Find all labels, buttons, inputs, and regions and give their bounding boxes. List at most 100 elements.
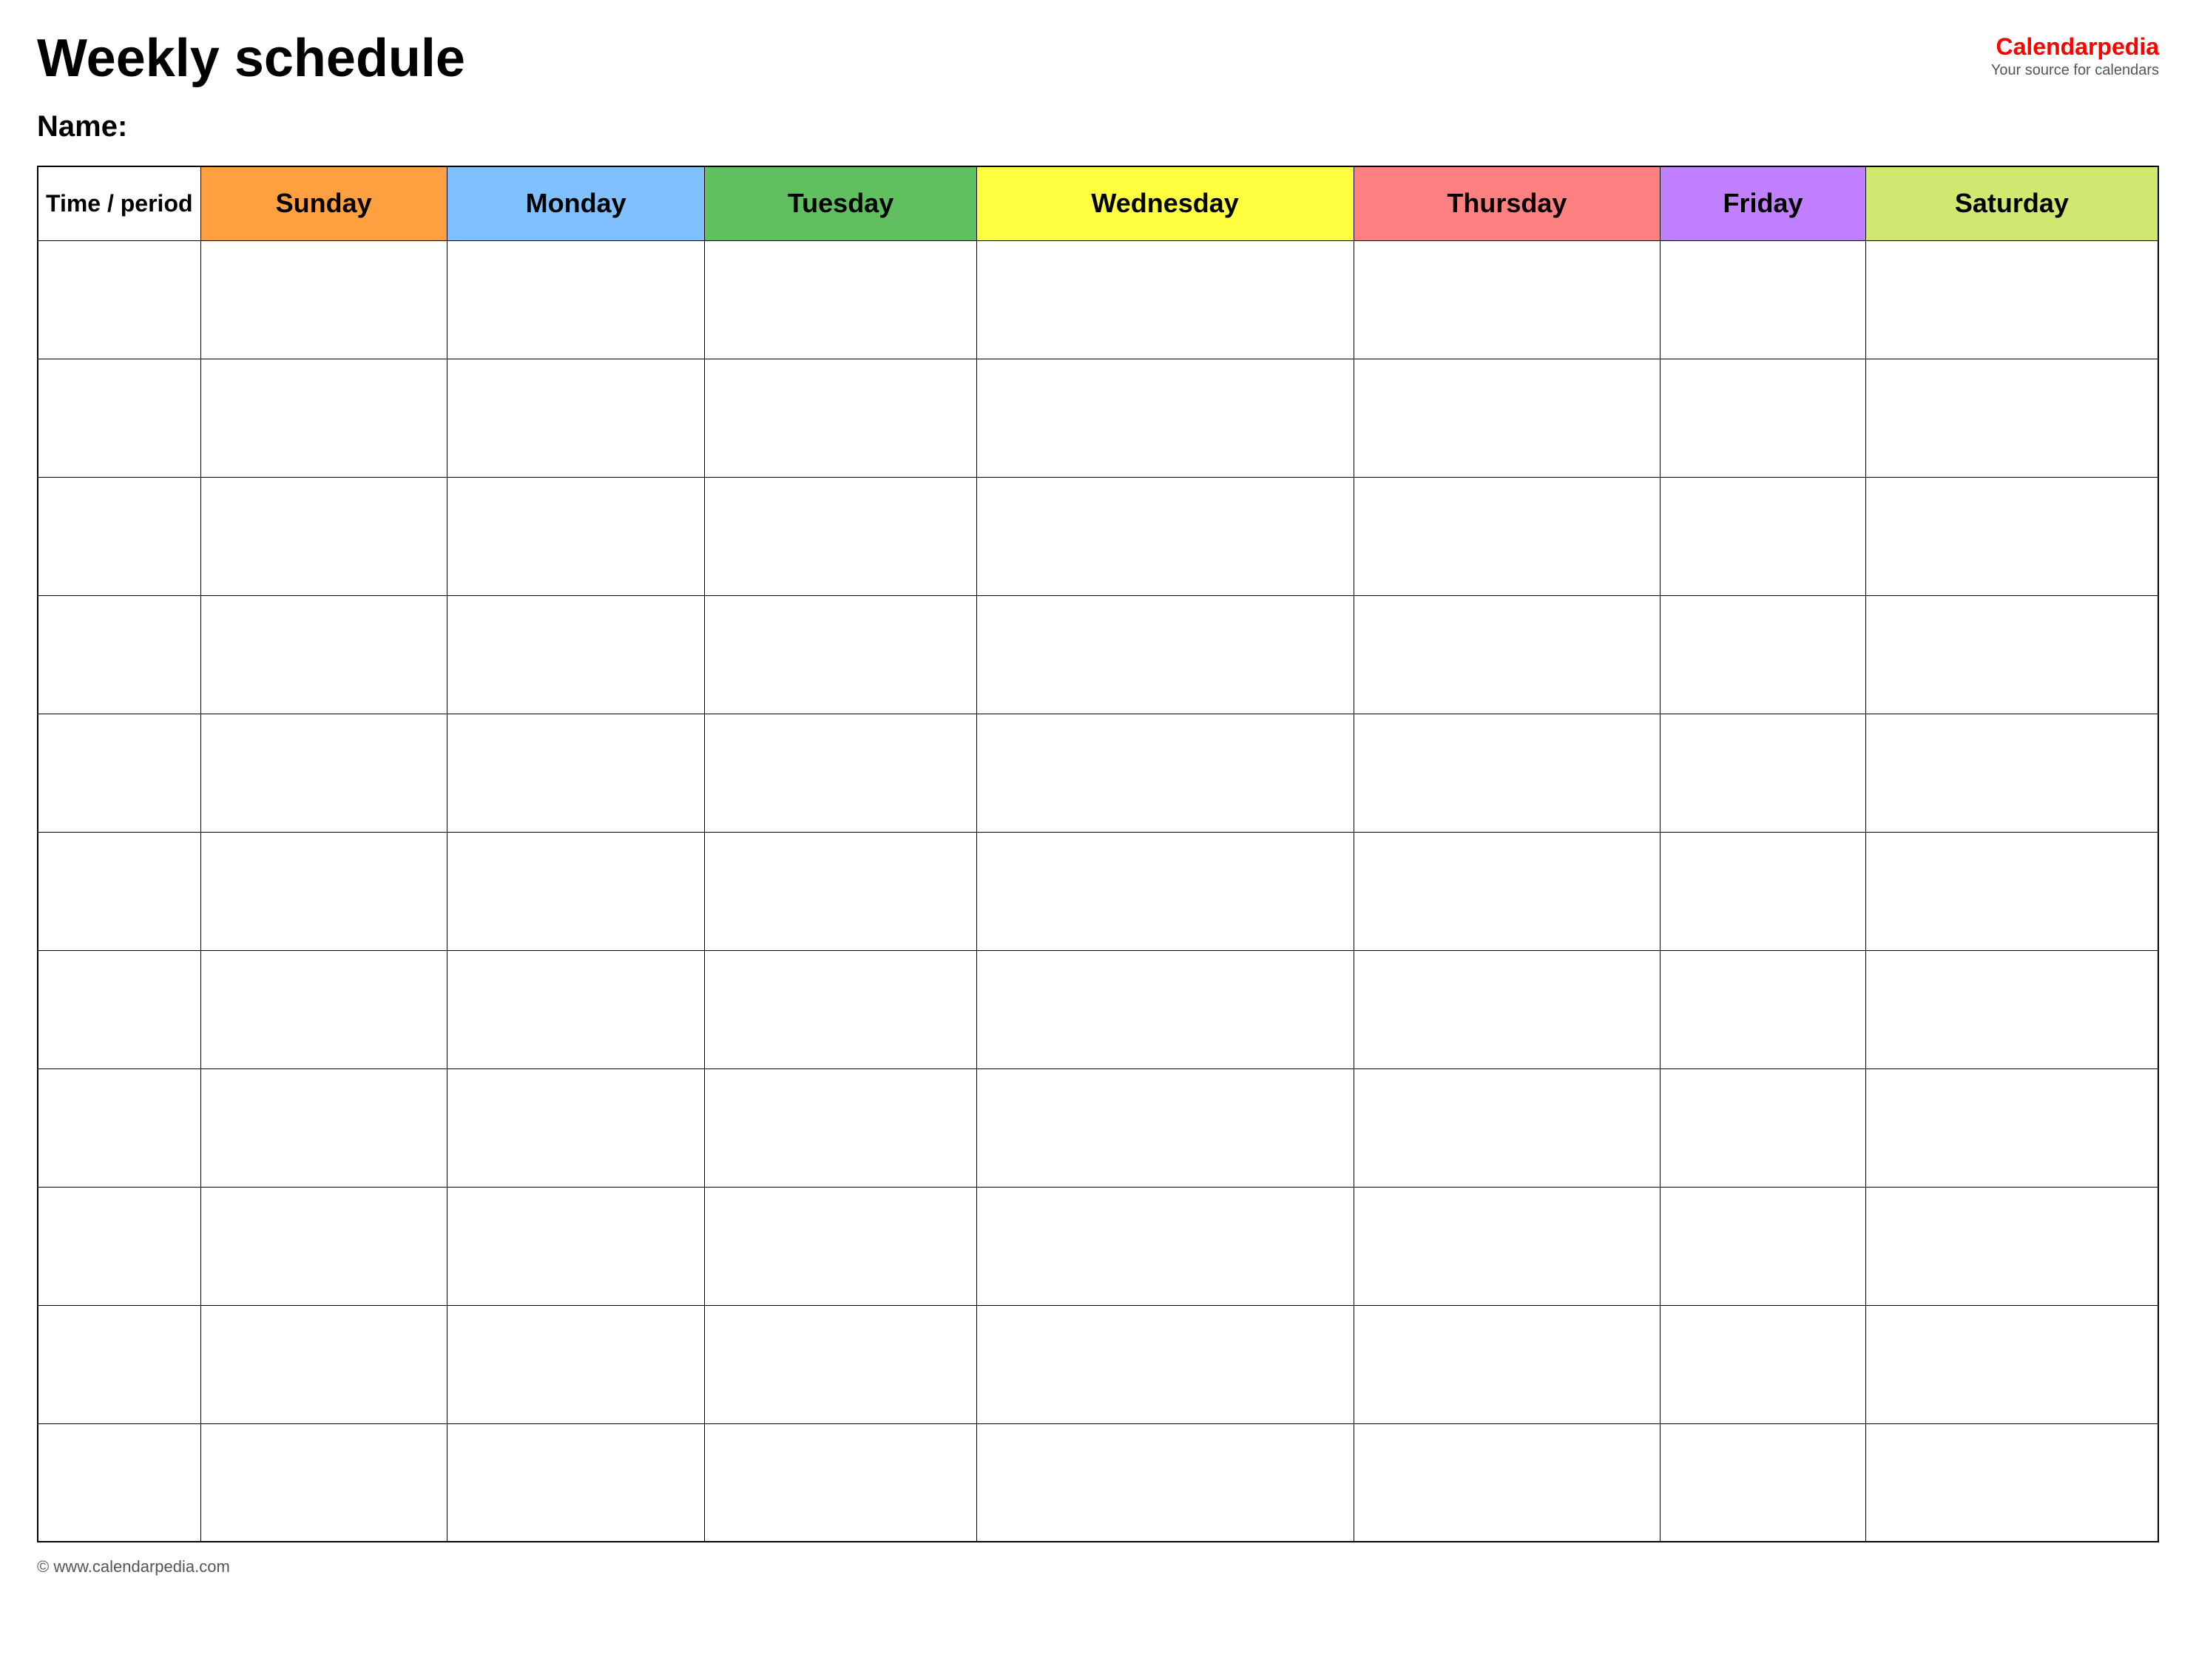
table-cell[interactable] — [976, 1187, 1354, 1305]
table-cell[interactable] — [705, 714, 976, 832]
table-cell[interactable] — [1865, 1305, 2158, 1423]
table-cell[interactable] — [38, 950, 200, 1068]
table-cell[interactable] — [447, 240, 705, 359]
table-cell[interactable] — [447, 714, 705, 832]
table-cell[interactable] — [976, 1305, 1354, 1423]
table-cell[interactable] — [1660, 595, 1865, 714]
col-header-thursday: Thursday — [1354, 166, 1660, 240]
table-cell[interactable] — [200, 477, 447, 595]
table-cell[interactable] — [447, 1423, 705, 1542]
table-cell[interactable] — [1354, 832, 1660, 950]
table-cell[interactable] — [1354, 950, 1660, 1068]
table-cell[interactable] — [447, 1187, 705, 1305]
table-row — [38, 1068, 2158, 1187]
table-cell[interactable] — [447, 832, 705, 950]
table-cell[interactable] — [1660, 359, 1865, 477]
table-cell[interactable] — [447, 1305, 705, 1423]
table-cell[interactable] — [1660, 832, 1865, 950]
table-cell[interactable] — [447, 477, 705, 595]
table-cell[interactable] — [447, 1068, 705, 1187]
table-cell[interactable] — [1354, 240, 1660, 359]
table-cell[interactable] — [1865, 1068, 2158, 1187]
table-cell[interactable] — [1865, 950, 2158, 1068]
table-cell[interactable] — [1354, 1423, 1660, 1542]
table-cell[interactable] — [976, 240, 1354, 359]
table-cell[interactable] — [1660, 950, 1865, 1068]
table-cell[interactable] — [705, 477, 976, 595]
table-cell[interactable] — [1865, 1423, 2158, 1542]
col-header-saturday: Saturday — [1865, 166, 2158, 240]
table-cell[interactable] — [38, 1068, 200, 1187]
table-cell[interactable] — [200, 1305, 447, 1423]
table-cell[interactable] — [705, 595, 976, 714]
col-header-wednesday: Wednesday — [976, 166, 1354, 240]
table-cell[interactable] — [1660, 1187, 1865, 1305]
table-cell[interactable] — [976, 1423, 1354, 1542]
table-cell[interactable] — [1660, 240, 1865, 359]
table-cell[interactable] — [705, 359, 976, 477]
table-cell[interactable] — [200, 595, 447, 714]
table-cell[interactable] — [200, 1187, 447, 1305]
table-cell[interactable] — [976, 714, 1354, 832]
table-cell[interactable] — [1865, 359, 2158, 477]
table-cell[interactable] — [976, 359, 1354, 477]
table-row — [38, 595, 2158, 714]
table-cell[interactable] — [1354, 1305, 1660, 1423]
table-cell[interactable] — [1865, 240, 2158, 359]
table-cell[interactable] — [1354, 1187, 1660, 1305]
table-cell[interactable] — [200, 950, 447, 1068]
table-cell[interactable] — [1660, 1305, 1865, 1423]
table-cell[interactable] — [1865, 714, 2158, 832]
col-header-time: Time / period — [38, 166, 200, 240]
table-cell[interactable] — [1660, 714, 1865, 832]
table-cell[interactable] — [1354, 1068, 1660, 1187]
table-cell[interactable] — [38, 477, 200, 595]
table-cell[interactable] — [1660, 1068, 1865, 1187]
table-cell[interactable] — [200, 714, 447, 832]
table-cell[interactable] — [1354, 595, 1660, 714]
table-cell[interactable] — [38, 1305, 200, 1423]
table-cell[interactable] — [200, 359, 447, 477]
table-cell[interactable] — [1865, 832, 2158, 950]
table-cell[interactable] — [976, 832, 1354, 950]
table-cell[interactable] — [447, 595, 705, 714]
table-cell[interactable] — [705, 1423, 976, 1542]
table-cell[interactable] — [200, 1068, 447, 1187]
table-cell[interactable] — [976, 950, 1354, 1068]
table-cell[interactable] — [705, 240, 976, 359]
table-cell[interactable] — [38, 595, 200, 714]
table-cell[interactable] — [38, 1187, 200, 1305]
table-cell[interactable] — [1354, 477, 1660, 595]
table-cell[interactable] — [705, 1187, 976, 1305]
table-cell[interactable] — [1865, 477, 2158, 595]
brand-tagline: Your source for calendars — [1991, 62, 2159, 79]
table-cell[interactable] — [38, 832, 200, 950]
table-cell[interactable] — [705, 950, 976, 1068]
table-cell[interactable] — [1660, 1423, 1865, 1542]
table-cell[interactable] — [1354, 714, 1660, 832]
table-cell[interactable] — [705, 1068, 976, 1187]
page-title: Weekly schedule — [37, 30, 465, 88]
table-cell[interactable] — [705, 832, 976, 950]
table-cell[interactable] — [38, 240, 200, 359]
table-row — [38, 950, 2158, 1068]
table-cell[interactable] — [1865, 1187, 2158, 1305]
table-cell[interactable] — [38, 714, 200, 832]
table-cell[interactable] — [200, 1423, 447, 1542]
table-cell[interactable] — [447, 950, 705, 1068]
table-cell[interactable] — [1865, 595, 2158, 714]
table-cell[interactable] — [38, 1423, 200, 1542]
table-cell[interactable] — [976, 1068, 1354, 1187]
table-cell[interactable] — [38, 359, 200, 477]
table-cell[interactable] — [200, 832, 447, 950]
table-cell[interactable] — [1660, 477, 1865, 595]
table-cell[interactable] — [976, 477, 1354, 595]
footer-url: © www.calendarpedia.com — [37, 1557, 230, 1576]
table-row — [38, 477, 2158, 595]
table-cell[interactable] — [976, 595, 1354, 714]
brand-logo: Calendarpedia Your source for calendars — [1991, 33, 2159, 79]
table-cell[interactable] — [1354, 359, 1660, 477]
table-cell[interactable] — [200, 240, 447, 359]
table-cell[interactable] — [705, 1305, 976, 1423]
table-cell[interactable] — [447, 359, 705, 477]
